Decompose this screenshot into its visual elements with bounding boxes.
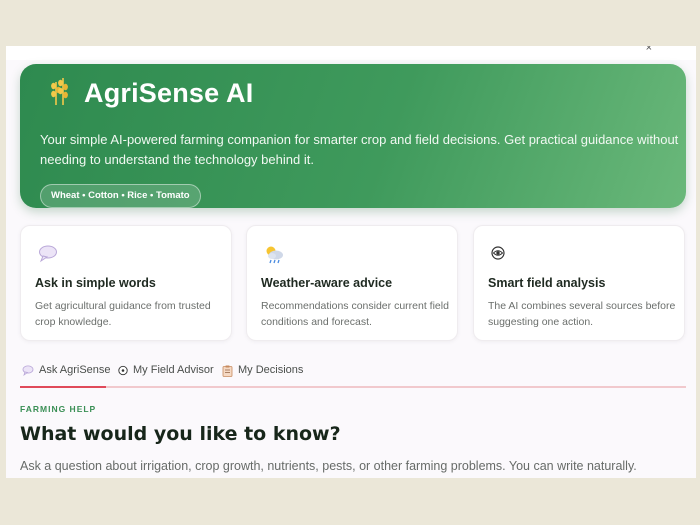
weather-icon (266, 246, 283, 264)
section-description: Ask a question about irrigation, crop gr… (20, 459, 637, 473)
feature-description: Recommendations consider current field c… (261, 300, 449, 328)
feature-card-weather: Weather-aware advice Recommendations con… (246, 225, 458, 341)
crops-badge: Wheat • Cotton • Rice • Tomato (40, 184, 201, 208)
top-strip (6, 46, 696, 60)
speech-bubble-icon (22, 365, 34, 376)
tab-my-decisions[interactable]: My Decisions (222, 364, 303, 388)
feature-title: Ask in simple words (35, 276, 156, 290)
speech-bubble-icon (39, 245, 57, 263)
eye-icon (491, 246, 505, 260)
active-tab-indicator (20, 386, 106, 388)
tab-bar: Ask AgriSense My Field Advisor My Decisi… (20, 364, 686, 388)
feature-description: The AI combines several sources before s… (488, 300, 676, 328)
eye-icon (118, 365, 128, 376)
clipboard-icon (222, 365, 233, 377)
tab-my-field-advisor[interactable]: My Field Advisor (118, 364, 214, 388)
app-title: AgriSense AI (84, 78, 254, 108)
close-icon[interactable]: × (646, 46, 652, 54)
feature-title: Smart field analysis (488, 276, 606, 290)
tab-label: Ask AgriSense (39, 364, 111, 376)
feature-description: Get agricultural guidance from trusted c… (35, 300, 211, 328)
section-heading: What would you like to know? (20, 423, 341, 445)
tab-label: My Field Advisor (133, 364, 214, 376)
feature-title: Weather-aware advice (261, 276, 393, 290)
tab-label: My Decisions (238, 364, 304, 376)
feature-card-ask: Ask in simple words Get agricultural gui… (20, 225, 232, 341)
tab-ask-agrisense[interactable]: Ask AgriSense (22, 364, 111, 388)
section-eyebrow: FARMING HELP (20, 404, 97, 414)
hero-banner: AgriSense AI Your simple AI-powered farm… (20, 64, 686, 208)
feature-card-analysis: Smart field analysis The AI combines sev… (473, 225, 685, 341)
wheat-icon (51, 78, 68, 105)
hero-description: Your simple AI-powered farming companion… (40, 132, 679, 167)
app-frame: × AgriSense AI Your simple AI-powered fa… (6, 46, 696, 478)
